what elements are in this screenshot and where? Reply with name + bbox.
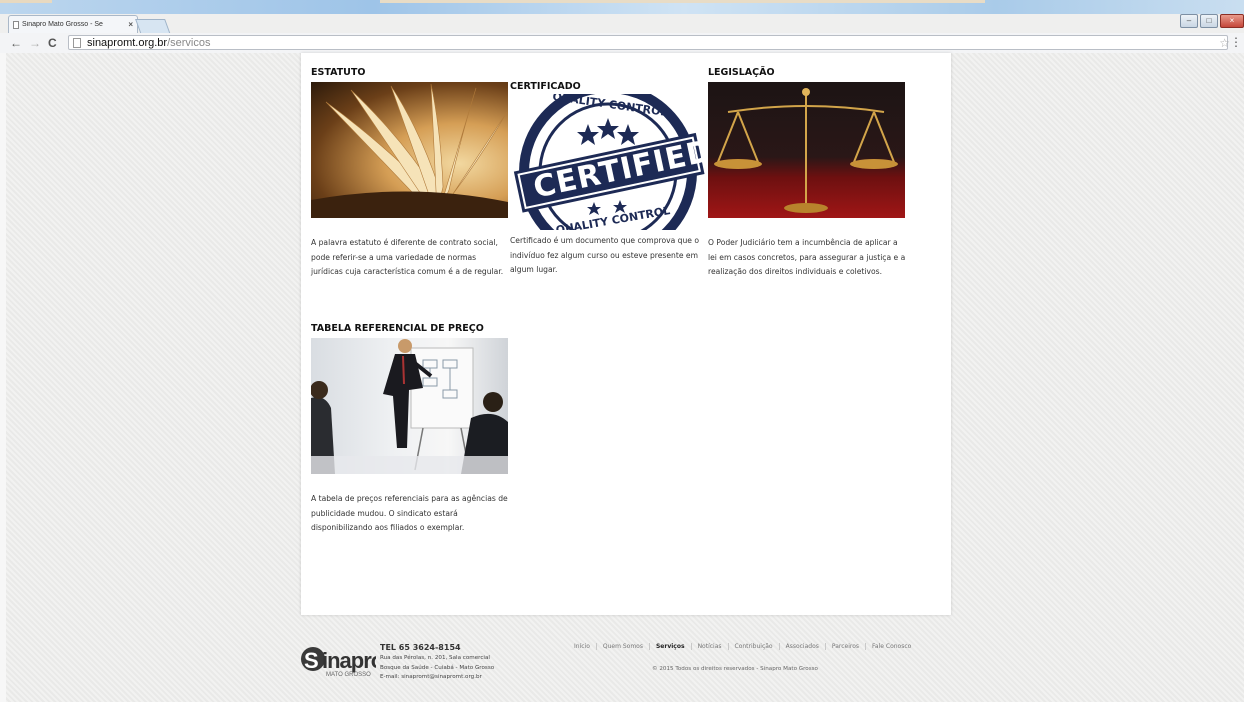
footer-link-inicio[interactable]: Início [568,643,597,650]
maximize-button[interactable]: □ [1200,14,1218,28]
site-footer: S inapro MATO GROSSO TEL 65 3624-8154 Ru… [300,638,950,698]
svg-text:MATO GROSSO: MATO GROSSO [326,672,371,678]
tab-title: Sinapro Mato Grosso - Se [22,21,103,28]
window-controls: – □ × [1180,14,1244,28]
footer-address-line-1: Rua das Pérolas, n. 201, Sala comercial [380,655,490,661]
service-description: Certificado é um documento que comprova … [510,236,700,274]
back-arrow-icon[interactable]: ← [10,36,22,50]
address-bar[interactable]: sinapromt.org.br/servicos [68,35,1228,50]
service-description: A palavra estatuto é diferente de contra… [311,238,504,276]
service-description: O Poder Judiciário tem a incumbência de … [708,238,906,276]
svg-text:S: S [304,648,318,673]
service-title[interactable]: TABELA REFERENCIAL DE PREÇO [311,323,509,334]
footer-nav: Início Quem Somos Serviços Notícias Cont… [568,643,917,650]
svg-text:inapro: inapro [322,648,376,673]
service-description: A tabela de preços referenciais para as … [311,494,508,532]
footer-contact: TEL 65 3624-8154 Rua das Pérolas, n. 201… [380,642,494,683]
footer-phone: TEL 65 3624-8154 [380,643,461,652]
service-card-legislacao: LEGISLAÇÃO O Poder Judiciário tem a incu… [708,67,906,280]
scales-of-justice-image[interactable] [708,82,905,218]
page-icon [73,38,81,48]
top-decoration-left [0,0,52,3]
top-decoration-center [380,0,985,3]
business-meeting-image[interactable] [311,338,508,474]
copyright-text: © 2015 Todos os direitos reservados - Si… [652,666,818,672]
forward-arrow-icon[interactable]: → [29,36,41,50]
sinapro-logo[interactable]: S inapro MATO GROSSO [300,644,385,678]
page-viewport: ESTATUTO A palavra estatuto é diferente … [0,53,1244,702]
url-domain: sinapromt.org.br [87,37,168,49]
footer-link-quem-somos[interactable]: Quem Somos [597,643,650,650]
footer-link-servicos[interactable]: Serviços [650,643,692,650]
viewport-left-edge [0,53,6,702]
menu-icon[interactable]: ⋮ [1230,35,1242,49]
footer-link-associados[interactable]: Associados [780,643,826,650]
footer-address-line-2: Bosque da Saúde - Cuiabá - Mato Grosso [380,664,495,671]
bookmark-star-icon[interactable]: ☆ [1219,36,1230,50]
service-title[interactable]: CERTIFICADO [510,81,708,92]
footer-link-parceiros[interactable]: Parceiros [826,643,867,650]
services-content: ESTATUTO A palavra estatuto é diferente … [301,53,951,615]
browser-tab[interactable]: Sinapro Mato Grosso - Se × [8,15,138,33]
service-title[interactable]: LEGISLAÇÃO [708,67,906,78]
page-icon [13,20,19,29]
footer-link-noticias[interactable]: Notícias [692,643,729,650]
service-card-estatuto: ESTATUTO A palavra estatuto é diferente … [311,67,509,280]
minimize-button[interactable]: – [1180,14,1198,28]
footer-link-contribuicao[interactable]: Contribuição [729,643,780,650]
service-card-certificado: CERTIFICADO QUALITY CONTROL CERTIFIED QU… [510,81,708,278]
tab-close-icon[interactable]: × [128,20,133,29]
footer-email[interactable]: E-mail: sinapromt@sinapromt.org.br [380,673,494,683]
footer-link-fale-conosco[interactable]: Fale Conosco [866,643,917,650]
url-path: /servicos [167,37,211,49]
service-card-tabela: TABELA REFERENCIAL DE PREÇO A tabela de … [311,323,509,536]
browser-toolbar: ← → C sinapromt.org.br/servicos ☆ ⋮ [0,33,1244,54]
book-image[interactable] [311,82,508,218]
service-title[interactable]: ESTATUTO [311,67,509,78]
certified-stamp-image[interactable]: QUALITY CONTROL CERTIFIED QUALITY CONTRO… [510,94,707,230]
close-window-button[interactable]: × [1220,14,1244,28]
reload-icon[interactable]: C [48,36,57,50]
